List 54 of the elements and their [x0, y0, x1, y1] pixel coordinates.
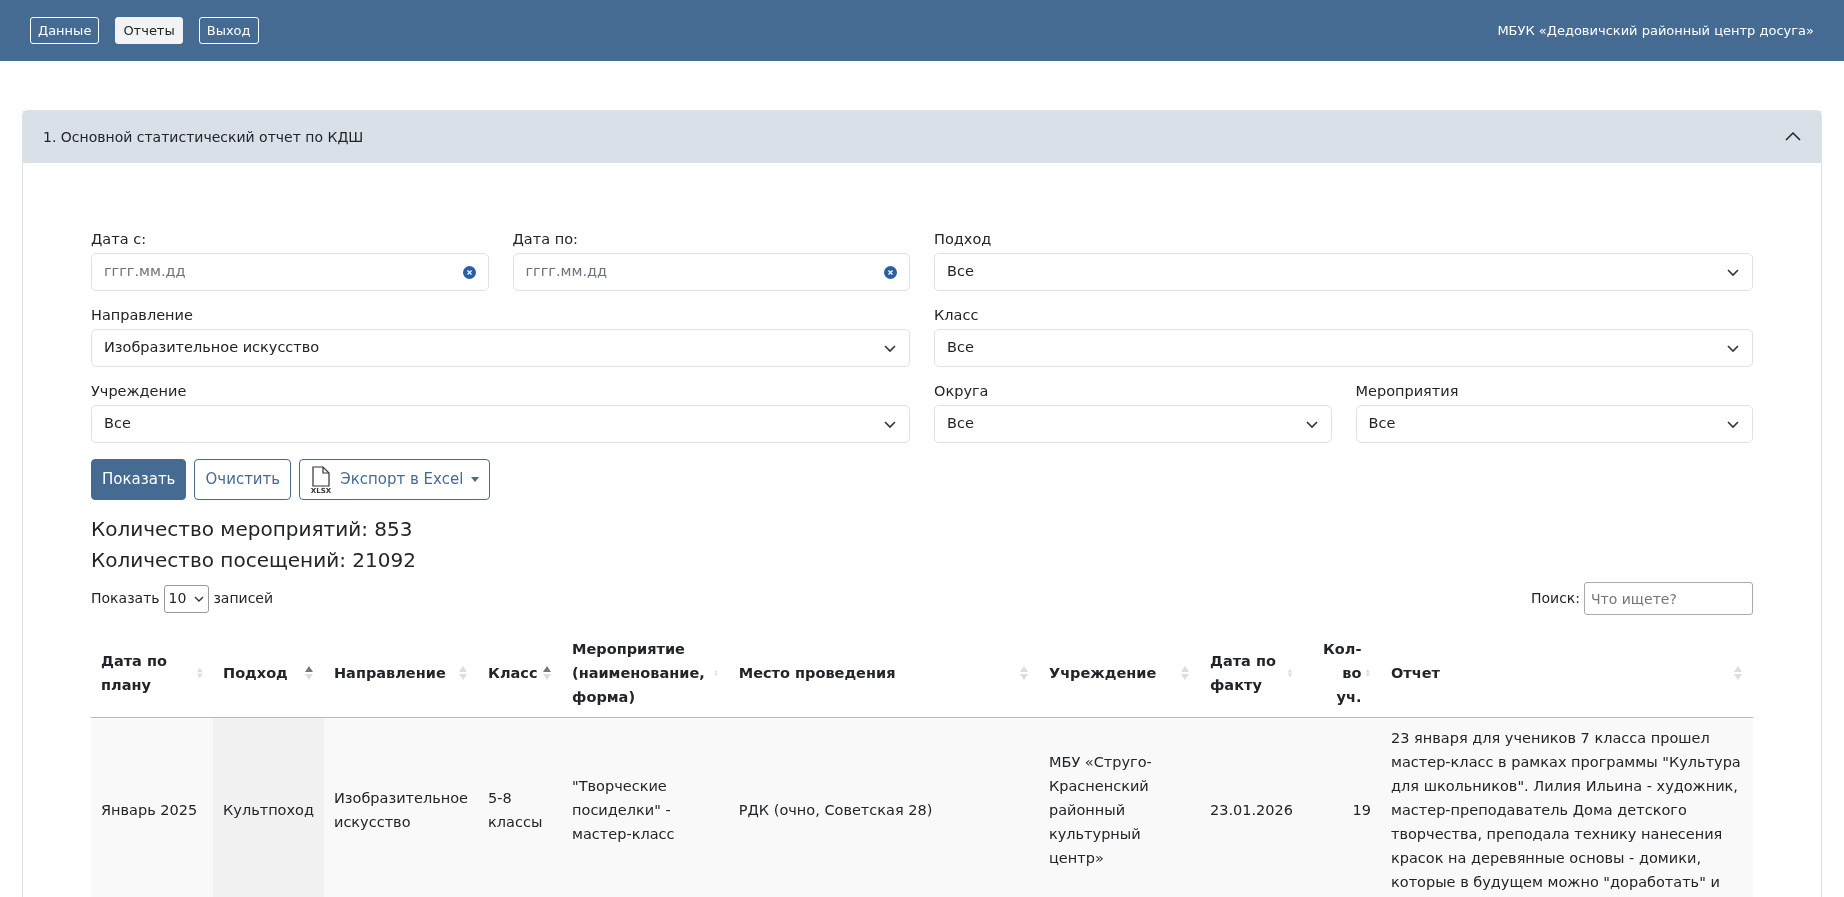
- caret-icon: [471, 477, 480, 482]
- column-header[interactable]: Кол-во уч.: [1303, 629, 1381, 718]
- column-header[interactable]: Направление: [323, 629, 479, 718]
- column-header[interactable]: Подход: [213, 629, 324, 718]
- column-header[interactable]: Отчет: [1381, 629, 1753, 718]
- nav-button[interactable]: Выход: [198, 16, 259, 45]
- column-header[interactable]: Мероприятие (наименование, форма): [562, 629, 729, 718]
- length-label: записей: [213, 589, 274, 608]
- select-field[interactable]: Все: [934, 253, 1753, 291]
- report-title: 1. Основной статистический отчет по КДШ: [43, 127, 364, 147]
- column-header[interactable]: Дата по факту: [1199, 629, 1303, 718]
- date-field[interactable]: гггг.мм.дд: [512, 253, 910, 291]
- field-label: Дата по:: [512, 230, 579, 248]
- table-cell: Изобразительное искусство: [323, 717, 479, 897]
- date-field[interactable]: гггг.мм.дд: [91, 253, 489, 291]
- select-field[interactable]: Все: [934, 329, 1753, 367]
- clear-icon: [462, 265, 476, 279]
- field-label: Учреждение: [91, 382, 188, 400]
- length-label: Показать: [91, 589, 160, 608]
- field-label: Подход: [934, 230, 993, 248]
- table-cell: "Творческие посиделки" - мастер-класс: [562, 717, 729, 897]
- field-label: Класс: [934, 306, 980, 324]
- count-text: Количество посещений: 21092: [91, 547, 417, 574]
- table-cell: Январь 2025: [91, 717, 213, 897]
- select-field[interactable]: Все: [91, 405, 910, 443]
- select-field[interactable]: Изобразительное искусство: [91, 329, 910, 367]
- field-label: Округа: [934, 382, 990, 400]
- table-cell: Культпоход: [213, 717, 324, 897]
- table-cell: 23 января для учеников 7 класса прошел мастер-класс в рамках программы "Культура для школьников". Лилия Ильина - художник, мастер-преподаватель Дома детского творчества, преподала технику нанесения красок на деревянные основы - домики, которые в будущем можно "доработать" и: [1381, 717, 1753, 897]
- page-length-select[interactable]: 10: [163, 584, 210, 613]
- count-text: Количество мероприятий: 853: [91, 516, 414, 543]
- field-label: Дата с:: [91, 230, 147, 248]
- field-label: Направление: [91, 306, 194, 324]
- clear-button[interactable]: Очистить: [194, 459, 292, 500]
- table-cell: 23.01.2026: [1199, 717, 1303, 897]
- select-field[interactable]: Все: [1355, 405, 1753, 443]
- clear-icon: [884, 265, 897, 279]
- select-field[interactable]: Все: [934, 405, 1332, 443]
- search-field[interactable]: Что ищете?: [1584, 582, 1753, 615]
- column-header[interactable]: Место проведения: [728, 629, 1039, 718]
- show-button[interactable]: Показать: [91, 459, 187, 500]
- table-cell: РДК (очно, Советская 28): [728, 717, 1039, 897]
- search-label: Поиск:: [1530, 589, 1580, 608]
- column-header[interactable]: Дата по плану: [91, 629, 213, 718]
- organization-name: МБУК «Дедовичский районный центр досуга»: [1497, 21, 1814, 40]
- table-cell: 5-8 классы: [478, 717, 563, 897]
- nav-button[interactable]: Отчеты: [115, 16, 183, 45]
- column-header[interactable]: Класс: [478, 629, 563, 718]
- nav-button[interactable]: Данные: [30, 16, 100, 45]
- field-label: Мероприятия: [1355, 382, 1460, 400]
- accordion-header[interactable]: 1. Основной статистический отчет по КДШ: [23, 111, 1821, 163]
- column-header[interactable]: Учреждение: [1038, 629, 1200, 718]
- table-cell: 19: [1303, 717, 1381, 897]
- table-cell: МБУ «Струго-Красненский районный культурный центр»: [1038, 717, 1200, 897]
